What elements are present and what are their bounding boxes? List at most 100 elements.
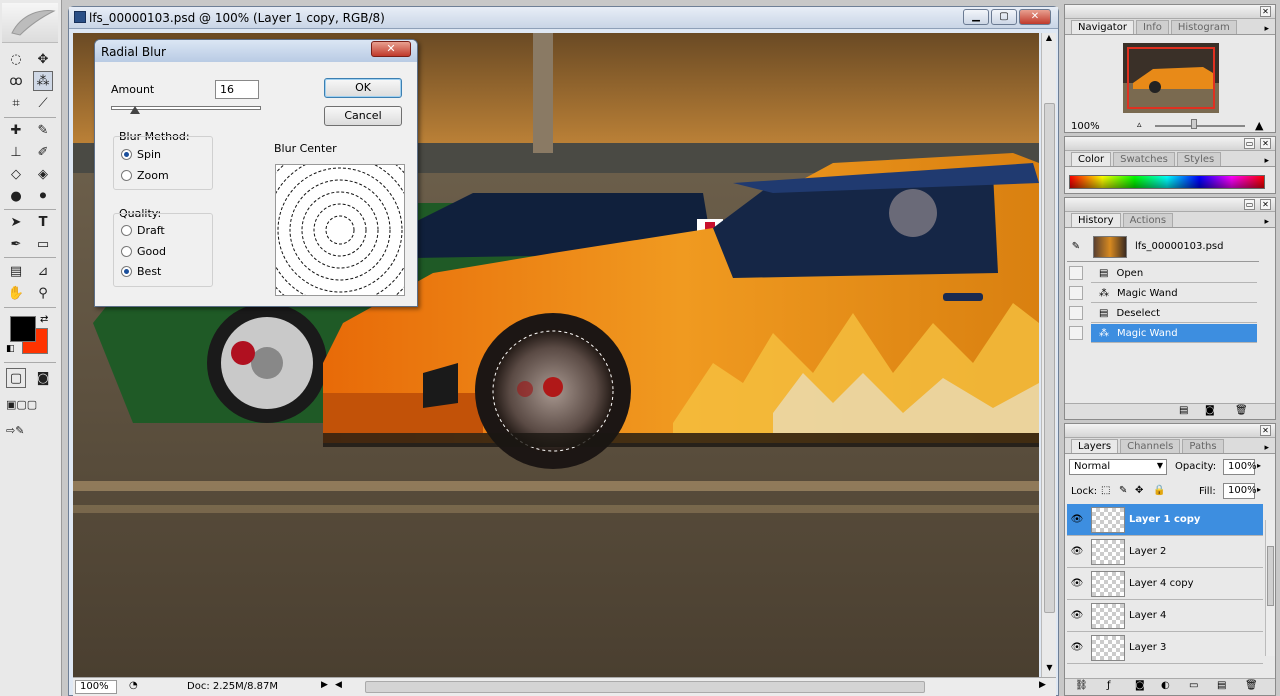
opacity-input[interactable]: 100%: [1223, 459, 1257, 475]
tab-layers[interactable]: Layers: [1071, 439, 1119, 453]
marquee-tool-icon[interactable]: ◌: [6, 49, 26, 69]
clone-stamp-icon[interactable]: ⊥: [6, 142, 26, 162]
tab-histogram[interactable]: Histogram: [1170, 20, 1237, 34]
quick-mask-icon[interactable]: ◙: [33, 368, 53, 388]
scroll-left-icon[interactable]: ◀: [335, 680, 342, 690]
shape-tool-icon[interactable]: ▭: [33, 234, 53, 254]
navigator-thumbnail[interactable]: [1123, 43, 1219, 113]
vertical-scrollbar[interactable]: ▲ ▼: [1041, 33, 1056, 677]
opacity-arrow-icon[interactable]: ▸: [1257, 461, 1261, 470]
lock-all-icon[interactable]: 🔒: [1153, 485, 1165, 496]
foreground-color-swatch-front[interactable]: [10, 316, 36, 342]
color-close-icon[interactable]: ✕: [1260, 138, 1271, 149]
history-source-checkbox[interactable]: [1069, 306, 1083, 320]
history-panel-titlebar[interactable]: ▭ ✕: [1065, 198, 1275, 212]
blur-center-preview[interactable]: [253, 143, 427, 317]
scroll-down-icon[interactable]: ▼: [1042, 663, 1057, 677]
cancel-button[interactable]: Cancel: [324, 106, 402, 126]
history-source-checkbox[interactable]: [1069, 286, 1083, 300]
delete-state-icon[interactable]: 🗑: [1235, 405, 1248, 416]
lasso-tool-icon[interactable]: ꝏ: [6, 71, 26, 91]
visibility-eye-icon[interactable]: 👁: [1067, 578, 1087, 589]
visibility-eye-icon[interactable]: 👁: [1067, 546, 1087, 557]
notes-tool-icon[interactable]: ▤: [6, 261, 26, 281]
jump-to-imageready-icon[interactable]: ⇨✎: [6, 420, 56, 440]
type-tool-icon[interactable]: T: [33, 212, 53, 232]
history-item[interactable]: ▤ Deselect: [1091, 304, 1257, 323]
magic-wand-tool-icon[interactable]: ⁂: [33, 71, 53, 91]
move-tool-icon[interactable]: ✥: [33, 49, 53, 69]
amount-slider-thumb[interactable]: [130, 106, 140, 114]
close-button[interactable]: ✕: [1019, 9, 1051, 25]
fill-arrow-icon[interactable]: ▸: [1257, 485, 1261, 494]
delete-layer-icon[interactable]: 🗑: [1245, 680, 1258, 691]
new-group-icon[interactable]: ▭: [1189, 680, 1198, 691]
maximize-button[interactable]: ▢: [991, 9, 1017, 25]
layers-scrollbar[interactable]: [1265, 520, 1275, 656]
layer-row[interactable]: 👁 Layer 3: [1067, 632, 1263, 664]
tab-history[interactable]: History: [1071, 213, 1121, 227]
pen-tool-icon[interactable]: ✒: [6, 234, 26, 254]
layers-menu-icon[interactable]: ▸: [1264, 443, 1269, 453]
adjustment-layer-icon[interactable]: ◐: [1161, 680, 1170, 691]
new-layer-icon[interactable]: ▤: [1217, 680, 1226, 691]
visibility-eye-icon[interactable]: 👁: [1067, 642, 1087, 653]
history-brush-source-icon[interactable]: ✎: [1067, 241, 1085, 252]
dodge-tool-icon[interactable]: ⚫: [33, 186, 53, 206]
layers-close-icon[interactable]: ✕: [1260, 425, 1271, 436]
tab-styles[interactable]: Styles: [1176, 152, 1222, 166]
color-ramp[interactable]: [1069, 175, 1265, 189]
history-source-checkbox[interactable]: [1069, 266, 1083, 280]
quality-draft-radio[interactable]: Draft: [121, 224, 165, 237]
blend-mode-select[interactable]: Normal ▼: [1069, 459, 1167, 475]
tab-actions[interactable]: Actions: [1122, 213, 1174, 227]
lock-image-icon[interactable]: ✎: [1119, 485, 1127, 496]
layers-panel-titlebar[interactable]: ✕: [1065, 424, 1275, 438]
history-menu-icon[interactable]: ▸: [1264, 217, 1269, 227]
dialog-titlebar[interactable]: Radial Blur: [95, 40, 417, 62]
brush-tool-icon[interactable]: ✎: [33, 120, 53, 140]
zoom-level-field[interactable]: 100%: [75, 680, 117, 694]
color-minimize-icon[interactable]: ▭: [1244, 138, 1255, 149]
path-selection-icon[interactable]: ➤: [6, 212, 26, 232]
slice-tool-icon[interactable]: ⟋: [33, 93, 53, 113]
ok-button[interactable]: OK: [324, 78, 402, 98]
horizontal-scroll-thumb[interactable]: [365, 681, 925, 693]
eraser-tool-icon[interactable]: ◇: [6, 164, 26, 184]
tab-paths[interactable]: Paths: [1182, 439, 1224, 453]
zoom-out-icon[interactable]: ▵: [1137, 120, 1142, 130]
layer-row[interactable]: 👁 Layer 1 copy: [1067, 504, 1263, 536]
blur-tool-icon[interactable]: ●: [6, 186, 26, 206]
swap-colors-icon[interactable]: ⇄: [40, 314, 48, 325]
document-titlebar[interactable]: lfs_00000103.psd @ 100% (Layer 1 copy, R…: [69, 7, 1058, 29]
tab-swatches[interactable]: Swatches: [1113, 152, 1175, 166]
color-panel-titlebar[interactable]: ▭ ✕: [1065, 137, 1275, 151]
layers-scroll-thumb[interactable]: [1267, 546, 1274, 606]
fill-input[interactable]: 100%: [1223, 483, 1257, 499]
color-menu-icon[interactable]: ▸: [1264, 156, 1269, 166]
navigator-close-icon[interactable]: ✕: [1260, 6, 1271, 17]
paint-bucket-icon[interactable]: ◈: [33, 164, 53, 184]
zoom-in-icon[interactable]: ▲: [1255, 119, 1263, 132]
history-item[interactable]: ⁂ Magic Wand: [1091, 324, 1257, 343]
screen-mode-icons[interactable]: ▣▢▢: [6, 394, 56, 414]
quality-good-radio[interactable]: Good: [121, 245, 166, 258]
tab-info[interactable]: Info: [1135, 20, 1169, 34]
new-document-from-state-icon[interactable]: ▤: [1179, 405, 1188, 416]
history-brush-icon[interactable]: ✐: [33, 142, 53, 162]
layer-mask-icon[interactable]: ◙: [1135, 680, 1145, 691]
scroll-up-icon[interactable]: ▲: [1042, 33, 1056, 47]
tab-color[interactable]: Color: [1071, 152, 1112, 166]
history-minimize-icon[interactable]: ▭: [1244, 199, 1255, 210]
standard-mode-icon[interactable]: ▢: [6, 368, 26, 388]
navigator-zoom-field[interactable]: 100%: [1071, 121, 1100, 132]
tab-navigator[interactable]: Navigator: [1071, 20, 1134, 34]
method-zoom-radio[interactable]: Zoom: [121, 169, 169, 182]
layer-row[interactable]: 👁 Layer 2: [1067, 536, 1263, 568]
crop-tool-icon[interactable]: ⌗: [6, 93, 26, 113]
status-arrow-icon[interactable]: ▶: [321, 680, 328, 690]
new-snapshot-icon[interactable]: ◙: [1205, 405, 1215, 416]
default-colors-icon[interactable]: ◧: [6, 344, 15, 354]
lock-transparency-icon[interactable]: ⬚: [1101, 485, 1110, 496]
history-item[interactable]: ▤ Open: [1091, 264, 1257, 283]
